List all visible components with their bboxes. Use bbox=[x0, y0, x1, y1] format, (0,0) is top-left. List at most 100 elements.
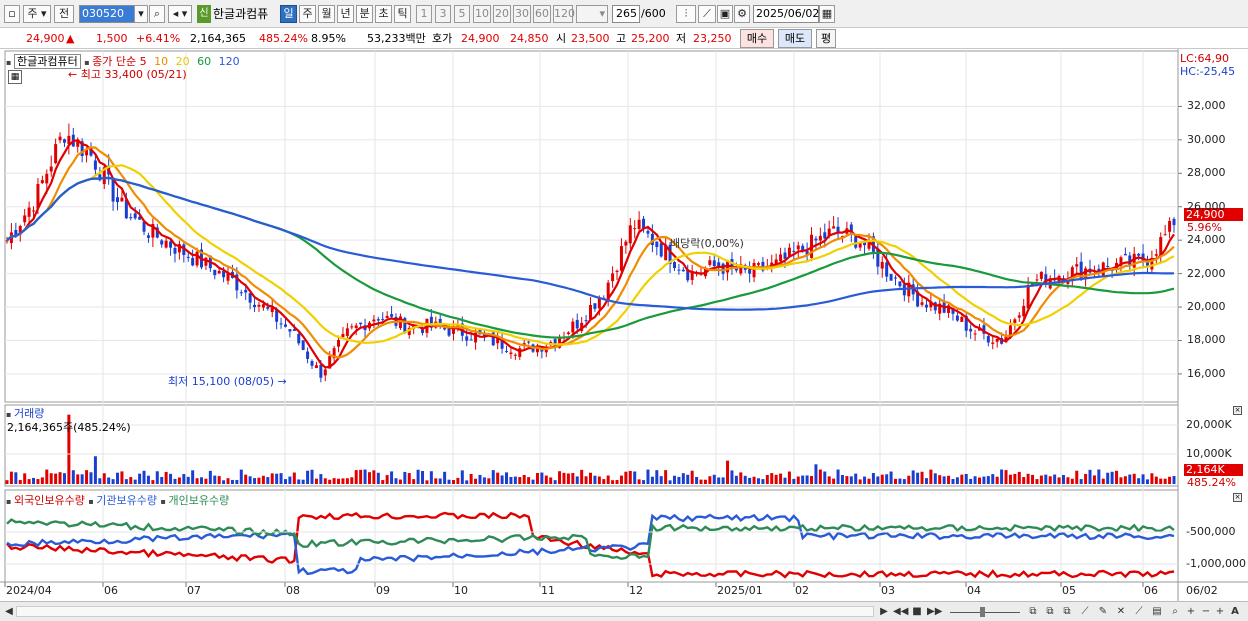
volume-bar bbox=[14, 472, 18, 484]
minute-10[interactable]: 10 bbox=[473, 5, 491, 23]
tab-second[interactable]: 초 bbox=[375, 5, 392, 23]
compare-icon[interactable]: ⧉ bbox=[1060, 605, 1074, 619]
price-tick-label: 32,000 bbox=[1187, 99, 1226, 113]
volume-bar bbox=[589, 472, 592, 484]
tab-tick[interactable]: 틱 bbox=[394, 5, 411, 23]
minute-3[interactable]: 3 bbox=[435, 5, 451, 23]
candle-type-icon[interactable]: ⫶ bbox=[676, 5, 696, 23]
minute-20[interactable]: 20 bbox=[493, 5, 511, 23]
add-icon[interactable]: + bbox=[1215, 605, 1225, 619]
volume-bar bbox=[9, 471, 13, 484]
close-pane-icon[interactable]: × bbox=[1233, 406, 1242, 415]
font-size-icon[interactable]: A bbox=[1228, 605, 1242, 619]
grid-icon[interactable]: ▤ bbox=[1150, 605, 1164, 619]
search-icon[interactable]: ⌕ bbox=[149, 5, 165, 23]
custom-period-select[interactable]: ▾ bbox=[576, 5, 608, 23]
minute-120[interactable]: 120 bbox=[553, 5, 575, 23]
close-pane-icon[interactable]: × bbox=[1233, 493, 1242, 502]
candle-body bbox=[248, 293, 252, 303]
ma-120-line bbox=[6, 176, 1175, 311]
volume-bar bbox=[169, 473, 173, 484]
prev-button[interactable]: 전 bbox=[54, 5, 74, 23]
horizontal-scrollbar[interactable] bbox=[16, 606, 874, 617]
tab-minute[interactable]: 분 bbox=[356, 5, 373, 23]
stock-code-input[interactable]: 030520 bbox=[79, 5, 135, 23]
layout-icon[interactable]: ⧉ bbox=[1026, 605, 1040, 619]
volume-bar bbox=[40, 477, 44, 484]
fast-forward-icon[interactable]: ▶▶ bbox=[927, 605, 942, 619]
buy-button[interactable]: 매수 bbox=[740, 29, 774, 48]
line-icon[interactable]: ⟋ bbox=[1132, 605, 1146, 619]
tab-month[interactable]: 월 bbox=[318, 5, 335, 23]
candle-body bbox=[376, 319, 380, 321]
gear-icon[interactable]: ⚙ bbox=[734, 5, 750, 23]
candle-body bbox=[527, 341, 531, 343]
volume-bar bbox=[518, 477, 522, 484]
scroll-right-icon[interactable]: ▶ bbox=[878, 605, 890, 619]
minute-60[interactable]: 60 bbox=[533, 5, 551, 23]
code-dropdown-icon[interactable]: ▾ bbox=[134, 5, 148, 23]
volume-bar bbox=[876, 476, 880, 484]
candle-body bbox=[995, 338, 999, 342]
volume-bar bbox=[1141, 474, 1145, 484]
save-icon[interactable]: ▣ bbox=[717, 5, 733, 23]
candle-body bbox=[120, 197, 124, 202]
eval-button[interactable]: 평 bbox=[816, 29, 836, 48]
candle-body bbox=[1154, 254, 1158, 256]
candle-body bbox=[894, 277, 898, 279]
speaker-icon[interactable]: ◂ ▾ bbox=[168, 5, 192, 23]
minute-30[interactable]: 30 bbox=[513, 5, 531, 23]
zoom-in-icon[interactable]: ⌕ bbox=[1168, 605, 1182, 619]
sell-button[interactable]: 매도 bbox=[778, 29, 812, 48]
volume-bar bbox=[310, 469, 314, 484]
chart-canvas[interactable] bbox=[0, 49, 1248, 601]
stop-icon[interactable]: ■ bbox=[911, 605, 923, 619]
price-tick-label: 24,000 bbox=[1187, 233, 1226, 247]
table-view-icon[interactable]: ▦ bbox=[8, 70, 22, 84]
volume-bar bbox=[80, 474, 84, 484]
minute-5[interactable]: 5 bbox=[454, 5, 470, 23]
volume-bar bbox=[823, 471, 827, 484]
drawing-tool-icon[interactable]: ⟋ bbox=[698, 5, 716, 23]
price-tick-label: 26,000 bbox=[1187, 199, 1226, 213]
zoom-slider-handle[interactable] bbox=[980, 607, 985, 617]
stock-chart: ▪ 한글과컴퓨터 ▪ 종가 단순 5 10 20 60 120 ▦ ← 최고 3… bbox=[0, 49, 1248, 601]
volume-bar bbox=[1004, 470, 1008, 484]
trade-amount: 53,233백만 bbox=[367, 32, 426, 45]
zoom-in-plus-icon[interactable]: + bbox=[1185, 605, 1197, 619]
scroll-left-icon[interactable]: ◀ bbox=[4, 605, 14, 619]
zoom-slider[interactable] bbox=[950, 612, 1020, 613]
volume-bar bbox=[151, 480, 155, 484]
volume-bar bbox=[266, 477, 270, 484]
date-tail: 06/02 bbox=[1186, 584, 1218, 597]
volume-bar bbox=[708, 476, 712, 484]
date-input[interactable]: 2025/06/02 bbox=[753, 5, 819, 23]
drawing-icon[interactable]: ⟋ bbox=[1078, 605, 1092, 619]
volume-bar bbox=[186, 476, 190, 484]
volume-bar bbox=[628, 470, 632, 484]
volume-bar bbox=[359, 469, 363, 484]
chart-type-select[interactable]: 주 ▾ bbox=[23, 5, 51, 23]
cross-icon[interactable]: ✕ bbox=[1114, 605, 1128, 619]
calendar-icon[interactable]: ▦ bbox=[819, 5, 835, 23]
candle-body bbox=[681, 269, 685, 272]
tab-year[interactable]: 년 bbox=[337, 5, 354, 23]
window-icon[interactable]: ▫ bbox=[4, 5, 20, 23]
candle-body bbox=[783, 252, 787, 259]
count-input[interactable]: 265 bbox=[612, 5, 640, 23]
split-icon[interactable]: ⧉ bbox=[1043, 605, 1057, 619]
bid-price: 24,850 bbox=[510, 32, 549, 45]
candle-body bbox=[261, 304, 265, 308]
volume-bar bbox=[177, 477, 181, 484]
candle-body bbox=[288, 329, 292, 332]
candle-body bbox=[566, 332, 570, 335]
volume-bar bbox=[973, 476, 977, 484]
pen-icon[interactable]: ✎ bbox=[1096, 605, 1110, 619]
minute-1[interactable]: 1 bbox=[416, 5, 432, 23]
volume-bar bbox=[907, 475, 911, 484]
rewind-icon[interactable]: ◀◀ bbox=[893, 605, 908, 619]
zoom-out-icon[interactable]: − bbox=[1200, 605, 1212, 619]
tab-week[interactable]: 주 bbox=[299, 5, 316, 23]
tab-day[interactable]: 일 bbox=[280, 5, 297, 23]
volume-bar bbox=[487, 478, 491, 484]
